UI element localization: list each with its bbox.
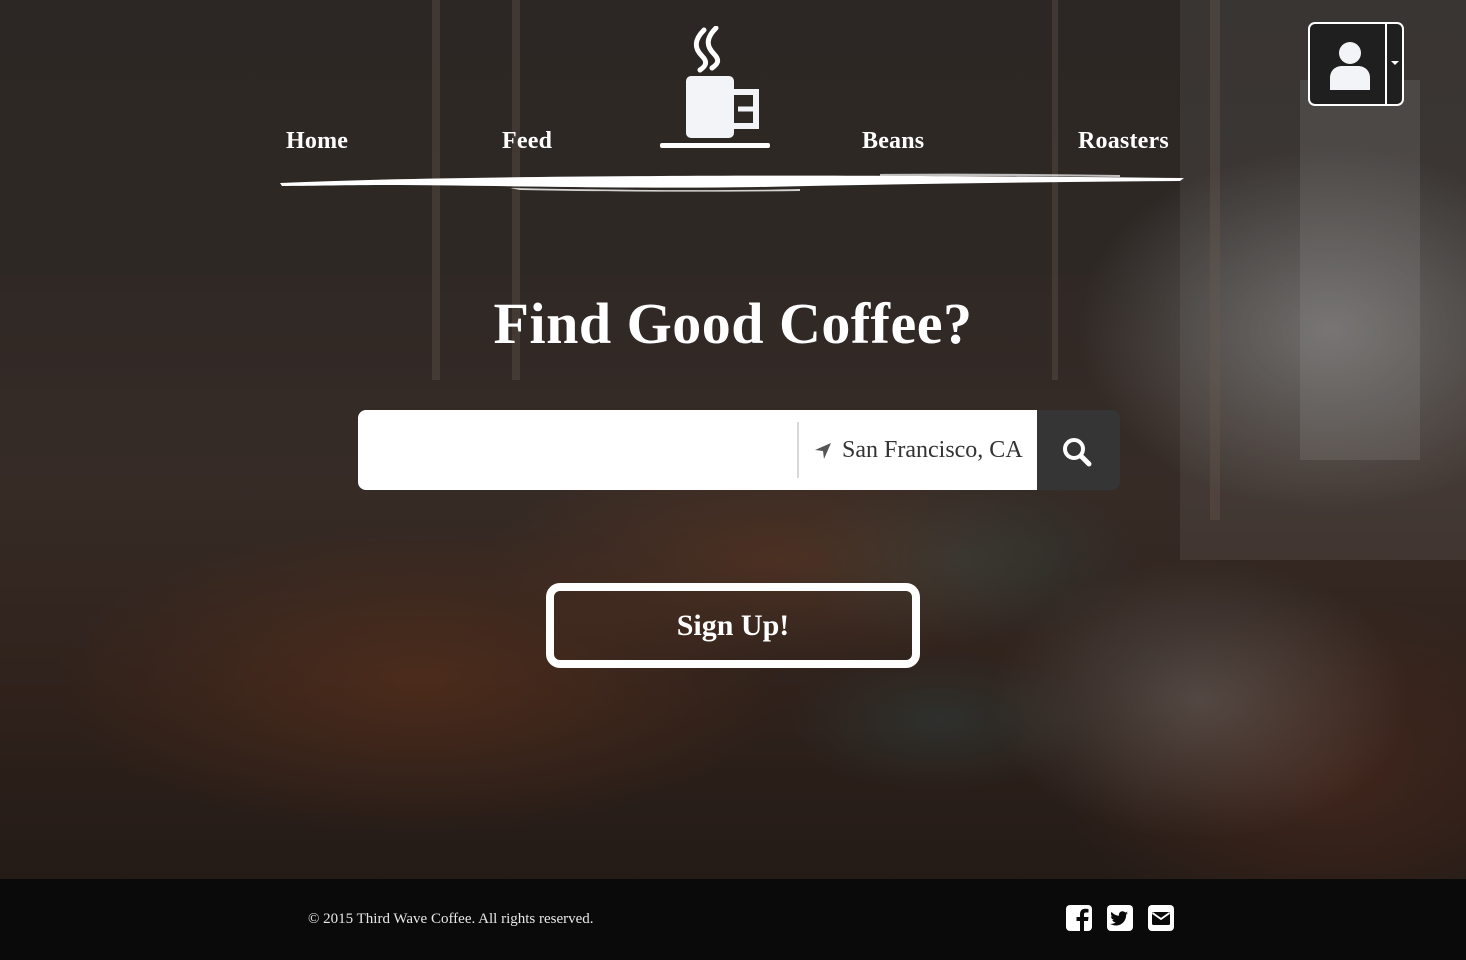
nav-beans-link[interactable]: Beans [862,128,924,155]
nav-home-link[interactable]: Home [286,128,348,155]
footer: © 2015 Third Wave Coffee. All rights res… [0,879,1466,960]
user-menu-button[interactable] [1308,22,1404,106]
nav-feed-link[interactable]: Feed [502,128,552,155]
caret-down-icon[interactable] [1391,61,1399,65]
facebook-icon[interactable] [1065,904,1093,932]
sign-up-button[interactable]: Sign Up! [546,583,920,668]
search-separator [797,422,799,478]
top-navigation: Home Feed Beans Roasters [0,0,1466,200]
user-menu-divider [1385,24,1387,104]
twitter-icon[interactable] [1106,904,1134,932]
nav-roasters-link[interactable]: Roasters [1078,128,1169,155]
location-arrow-icon [815,443,831,459]
search-icon [1063,438,1092,467]
coffee-mug-icon[interactable] [660,26,770,150]
brush-stroke-divider [280,173,1184,192]
user-icon [1330,42,1370,90]
search-input[interactable] [358,410,796,490]
page-title: Find Good Coffee? [493,291,973,356]
search-button[interactable] [1037,410,1120,490]
email-icon[interactable] [1147,904,1175,932]
search-bar [358,410,1038,490]
copyright-text: © 2015 Third Wave Coffee. All rights res… [308,911,594,927]
location-input[interactable] [842,410,1032,490]
